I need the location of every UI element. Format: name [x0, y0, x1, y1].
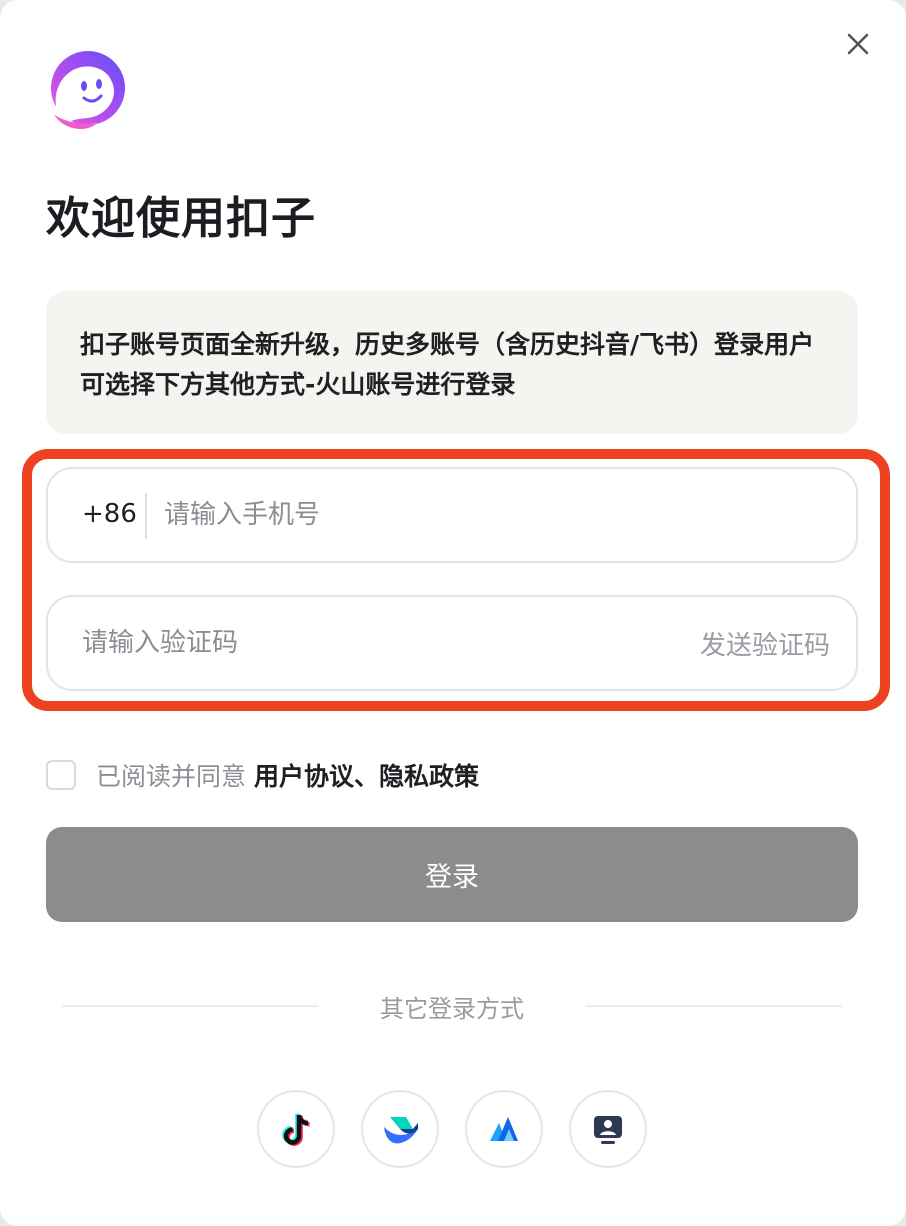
highlight-box: [22, 449, 890, 711]
close-icon: [847, 33, 869, 55]
login-dialog: 欢迎使用扣子 扣子账号页面全新升级，历史多账号（含历史抖音/飞书）登录用户可选择…: [0, 0, 906, 1226]
dialog-title: 欢迎使用扣子: [46, 193, 316, 244]
close-button[interactable]: [838, 24, 878, 64]
account-login-button[interactable]: [569, 1090, 647, 1168]
agreement-row: 已阅读并同意 用户协议、隐私政策: [46, 758, 479, 792]
agreement-checkbox[interactable]: [46, 760, 76, 790]
account-icon: [594, 1116, 622, 1144]
coze-logo: [44, 50, 128, 132]
agreement-prefix: 已阅读并同意: [96, 762, 247, 791]
notice-text: 扣子账号页面全新升级，历史多账号（含历史抖音/飞书）登录用户可选择下方其他方式-…: [80, 330, 815, 399]
login-button[interactable]: 登录: [46, 827, 858, 922]
volcengine-icon: [490, 1117, 518, 1141]
douyin-icon: [282, 1113, 310, 1146]
feishu-icon: [384, 1117, 418, 1144]
volcengine-login-button[interactable]: [465, 1090, 543, 1168]
feishu-login-button[interactable]: [361, 1090, 439, 1168]
coze-logo-icon: [51, 51, 125, 129]
agreement-links[interactable]: 用户协议、隐私政策: [254, 757, 479, 793]
upgrade-notice: 扣子账号页面全新升级，历史多账号（含历史抖音/飞书）登录用户可选择下方其他方式-…: [46, 291, 858, 434]
other-login-label: 其它登录方式: [380, 995, 524, 1023]
douyin-login-button[interactable]: [257, 1090, 335, 1168]
divider-right: [586, 1005, 842, 1007]
divider-left: [62, 1005, 318, 1007]
